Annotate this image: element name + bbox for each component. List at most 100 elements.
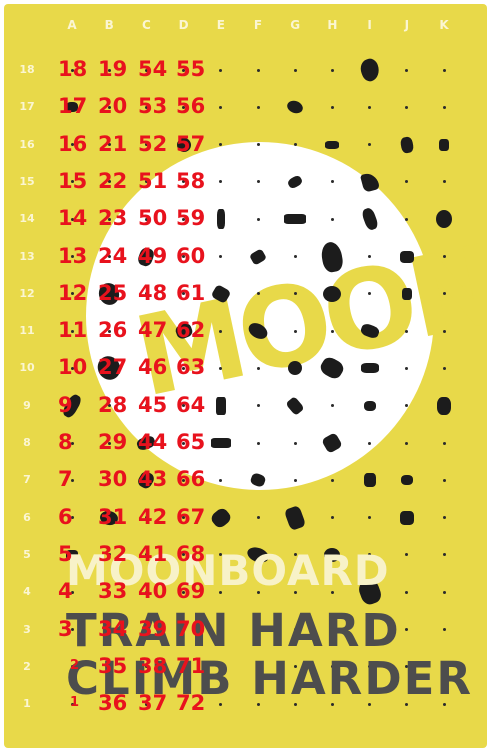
row-label-11: 11 [19,324,35,338]
hold-number-label: 5 [58,541,73,566]
hold-number-label: 28 [98,392,128,417]
hold-number-label: 20 [98,94,128,119]
climbing-hold [436,210,452,229]
hold-number-label: 17 [58,94,88,119]
grid-dot [405,217,409,221]
grid-dot [256,143,260,147]
hold-number-label: 29 [98,430,128,454]
climbing-hold [284,214,307,225]
grid-dot [330,516,334,520]
column-label-i: I [367,18,372,32]
hold-number-label: 47 [138,318,168,343]
hold-number-label: 21 [98,131,128,156]
column-label-c: C [141,18,151,32]
row-label-2: 2 [23,659,31,673]
grid-dot [442,553,446,557]
hold-number-label: 38 [138,653,168,678]
hold-number-label: 39 [138,616,168,641]
grid-dot [330,217,334,221]
climbing-hold [285,98,305,116]
hold-number-label: 12 [58,280,88,305]
hold-number-label: 30 [98,467,128,492]
column-label-d: D [178,18,189,32]
hold-number-label: 33 [98,579,128,604]
hold-number-label: 13 [58,243,88,268]
hold-number-label: 56 [176,94,206,119]
grid-dot [405,68,409,72]
row-label-9: 9 [23,398,31,412]
hold-number-label: 51 [138,168,168,193]
hold-number-label: 66 [176,467,206,492]
climbing-hold [400,475,413,486]
grid-dot [293,478,297,482]
hold-number-label: 10 [58,355,88,380]
hold-number-label: 22 [98,168,128,193]
grid-dot [293,68,297,72]
grid-dot [442,478,446,482]
hold-number-label: 67 [176,504,206,529]
hold-number-label: 46 [138,355,168,380]
grid-dot [442,255,446,258]
grid-dot [405,441,409,445]
hold-number-label: 16 [58,131,88,156]
hold-number-label: 70 [176,616,206,641]
climbing-hold [215,396,226,415]
hold-number-label: 52 [138,131,168,156]
grid-dot [330,68,334,72]
grid-dot [256,217,260,221]
hold-number-label: 44 [138,430,168,454]
grid-dot [330,105,334,109]
hold-number-label: 1 [70,695,80,711]
hold-number-label: 69 [176,579,206,604]
row-label-10: 10 [19,361,35,375]
grid-dot [442,68,446,72]
grid-dot [442,590,446,594]
row-label-7: 7 [23,473,31,487]
grid-dot [293,255,297,258]
hold-number-label: 48 [138,280,168,305]
row-label-18: 18 [19,63,35,76]
hold-number-label: 23 [98,206,128,231]
grid-dot [330,329,334,333]
column-label-a: A [67,18,77,32]
hold-number-label: 41 [138,541,168,566]
hold-number-label: 18 [58,57,88,81]
row-label-17: 17 [19,100,35,114]
hold-number-label: 31 [98,504,128,529]
row-label-6: 6 [23,510,31,524]
climbing-hold [439,138,449,151]
hold-number-label: 62 [176,318,206,343]
hold-number-label: 40 [138,579,168,604]
row-label-14: 14 [19,212,35,226]
grid-dot [442,516,446,520]
row-label-13: 13 [19,249,35,263]
hold-number-label: 27 [98,355,128,380]
hold-number-label: 34 [98,616,128,641]
climbing-hold [210,438,231,448]
hold-number-label: 58 [176,168,206,193]
grid-dot [442,105,446,109]
climbing-hold [288,361,303,376]
grid-dot [368,105,372,109]
climbing-hold [437,396,451,415]
grid-dot [442,292,446,296]
hold-number-label: 25 [98,280,128,305]
column-label-k: K [439,18,449,32]
grid-dot [256,292,260,296]
row-label-3: 3 [23,622,31,636]
grid-dot [368,516,372,520]
column-label-h: H [327,18,338,32]
grid-dot [256,404,260,408]
row-label-12: 12 [19,286,35,300]
grid-dot [442,329,446,333]
climbing-hold [216,209,225,230]
hold-number-label: 59 [176,206,206,231]
hold-number-label: 4 [58,579,73,604]
climbing-hold [401,287,412,300]
climbing-hold [399,135,415,154]
hold-number-label: 72 [176,691,206,716]
hold-number-label: 61 [176,280,206,305]
climbing-hold [399,510,414,525]
grid-dot [442,628,446,631]
grid-dot [368,441,372,445]
